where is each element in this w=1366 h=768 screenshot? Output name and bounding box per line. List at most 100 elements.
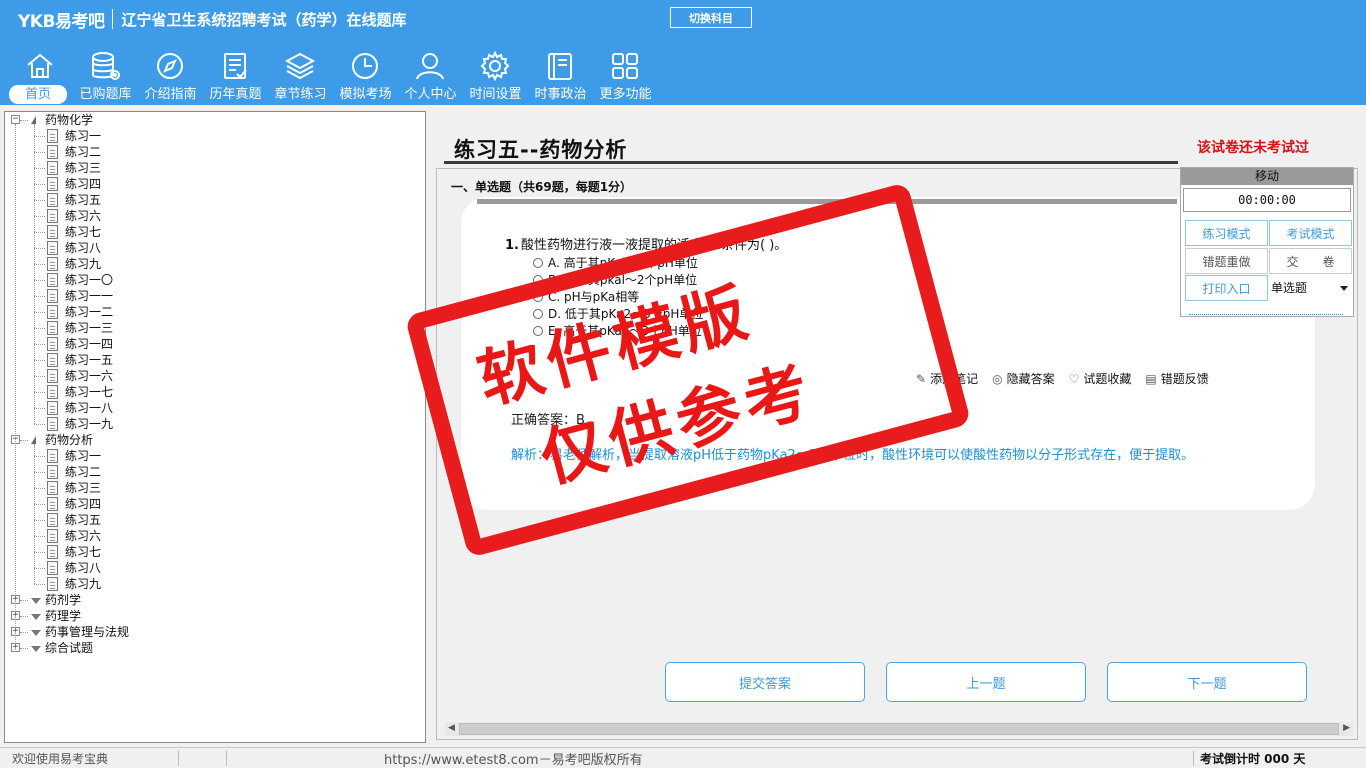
tree-group-4[interactable]: 药事管理与法规 bbox=[45, 624, 129, 640]
nav-guide[interactable]: 介绍指南 bbox=[138, 48, 203, 104]
tree-item[interactable]: 练习三 bbox=[65, 480, 101, 496]
option-c[interactable]: C. pH与pKa相等 bbox=[533, 288, 639, 305]
tree-group-5[interactable]: 综合试题 bbox=[45, 640, 93, 656]
add-note-button[interactable]: ✎ 添加笔记 bbox=[916, 370, 978, 387]
radio-button[interactable] bbox=[533, 275, 543, 285]
radio-button[interactable] bbox=[533, 258, 543, 268]
scrollbar-thumb[interactable] bbox=[459, 723, 1339, 735]
tree-item[interactable]: 练习五 bbox=[65, 512, 101, 528]
tree-group-2[interactable]: 药剂学 bbox=[45, 592, 81, 608]
nav-label: 首页 bbox=[9, 85, 67, 104]
redo-wrong-button[interactable]: 错题重做 bbox=[1185, 248, 1268, 274]
scroll-right-icon[interactable]: ▶ bbox=[1343, 723, 1350, 733]
tree-item[interactable]: 练习二 bbox=[65, 144, 101, 160]
nav-purchased[interactable]: 已购题库 bbox=[73, 48, 138, 104]
nav-more-functions[interactable]: 更多功能 bbox=[593, 48, 658, 104]
tree-item[interactable]: 练习一四 bbox=[65, 336, 113, 352]
nav-current-affairs[interactable]: 时事政治 bbox=[528, 48, 593, 104]
option-d[interactable]: D. 低于其pKa2～3个pH单位 bbox=[533, 305, 703, 322]
nav-mock-exam[interactable]: 模拟考场 bbox=[333, 48, 398, 104]
hide-answer-button[interactable]: ◎ 隐藏答案 bbox=[992, 370, 1055, 387]
tree-item[interactable]: 练习一〇 bbox=[65, 272, 113, 288]
tree-connector bbox=[15, 124, 16, 652]
nav-label: 模拟考场 bbox=[339, 87, 392, 102]
tree-item[interactable]: 练习九 bbox=[65, 576, 101, 592]
question-tools: ✎ 添加笔记 ◎ 隐藏答案 ♡ 试题收藏 ▤ 错题反馈 bbox=[916, 370, 1209, 387]
tree-item[interactable]: 练习四 bbox=[65, 176, 101, 192]
tree-item[interactable]: 练习一六 bbox=[65, 368, 113, 384]
tree-item[interactable]: 练习六 bbox=[65, 208, 101, 224]
option-label: D. 低于其pKa2～3个pH单位 bbox=[548, 307, 704, 321]
tree-item[interactable]: 练习七 bbox=[65, 544, 101, 560]
document-icon bbox=[47, 337, 58, 351]
document-icon bbox=[47, 481, 58, 495]
tree-item[interactable]: 练习一 bbox=[65, 448, 101, 464]
question-type-select[interactable]: 单选题 bbox=[1269, 275, 1352, 301]
next-question-button[interactable]: 下一题 bbox=[1107, 662, 1307, 702]
prev-question-button[interactable]: 上一题 bbox=[886, 662, 1086, 702]
submit-answer-button[interactable]: 提交答案 bbox=[665, 662, 865, 702]
tree-connector bbox=[34, 376, 45, 377]
radio-button[interactable] bbox=[533, 292, 543, 302]
tree-connector bbox=[34, 472, 45, 473]
app-title: 辽宁省卫生系统招聘考试（药学）在线题库 bbox=[121, 10, 407, 29]
tree-connector bbox=[20, 440, 28, 441]
news-icon bbox=[548, 53, 572, 80]
tree-group-1[interactable]: 药物分析 bbox=[45, 432, 93, 448]
submit-paper-button[interactable]: 交 卷 bbox=[1269, 248, 1352, 274]
radio-button[interactable] bbox=[533, 326, 543, 336]
tree-item[interactable]: 练习一二 bbox=[65, 304, 113, 320]
document-icon bbox=[47, 129, 58, 143]
home-icon bbox=[27, 53, 53, 78]
document-icon bbox=[47, 161, 58, 175]
tree-item[interactable]: 练习一一 bbox=[65, 288, 113, 304]
tree-item[interactable]: 练习三 bbox=[65, 160, 101, 176]
tree-item[interactable]: 练习七 bbox=[65, 224, 101, 240]
practice-mode-button[interactable]: 练习模式 bbox=[1185, 220, 1268, 246]
horizontal-scrollbar[interactable]: ◀ ▶ bbox=[445, 722, 1353, 736]
tree-connector bbox=[34, 136, 45, 137]
switch-subject-button[interactable]: 切换科目 bbox=[670, 7, 752, 28]
tree-item[interactable]: 练习一五 bbox=[65, 352, 113, 368]
tree-item[interactable]: 练习一七 bbox=[65, 384, 113, 400]
option-a[interactable]: A. 高于其pKal～2个pH单位 bbox=[533, 254, 698, 271]
scroll-left-icon[interactable]: ◀ bbox=[448, 723, 455, 733]
panel-move-handle[interactable]: 移动 bbox=[1181, 168, 1353, 185]
nav-time-settings[interactable]: 时间设置 bbox=[463, 48, 528, 104]
option-b[interactable]: B. 低于其pkal～2个pH单位 bbox=[533, 271, 697, 288]
tree-item[interactable]: 练习六 bbox=[65, 528, 101, 544]
tree-item[interactable]: 练习一 bbox=[65, 128, 101, 144]
copyright-url: https://www.etest8.com－易考吧版权所有 bbox=[384, 753, 643, 768]
nav-past-exams[interactable]: 历年真题 bbox=[203, 48, 268, 104]
tree-item[interactable]: 练习五 bbox=[65, 192, 101, 208]
tree-connector bbox=[34, 216, 45, 217]
tree-item[interactable]: 练习一八 bbox=[65, 400, 113, 416]
tree-item[interactable]: 练习四 bbox=[65, 496, 101, 512]
chapter-tree[interactable]: − 药物化学 练习一 练习二 练习三 练习四 练习五 练习六 练习七 练习八 练习九 练习一〇 练习一一… bbox=[4, 111, 426, 743]
folder-triangle-icon bbox=[31, 630, 41, 636]
collapse-toggle[interactable]: − bbox=[11, 115, 20, 124]
tree-item[interactable]: 练习九 bbox=[65, 256, 101, 272]
tree-item[interactable]: 练习八 bbox=[65, 240, 101, 256]
nav-personal-center[interactable]: 个人中心 bbox=[398, 48, 463, 104]
print-button[interactable]: 打印入口 bbox=[1185, 275, 1268, 301]
nav-home[interactable]: 首页 bbox=[8, 48, 73, 104]
document-icon bbox=[47, 289, 58, 303]
tree-group-3[interactable]: 药理学 bbox=[45, 608, 81, 624]
user-icon bbox=[416, 53, 444, 80]
favorite-button[interactable]: ♡ 试题收藏 bbox=[1069, 370, 1132, 387]
radio-button[interactable] bbox=[533, 309, 543, 319]
nav-chapter-practice[interactable]: 章节练习 bbox=[268, 48, 333, 104]
tree-item[interactable]: 练习一九 bbox=[65, 416, 113, 432]
exam-mode-button[interactable]: 考试模式 bbox=[1269, 220, 1352, 246]
tree-item[interactable]: 练习一三 bbox=[65, 320, 113, 336]
exam-countdown: 考试倒计时 000 天 bbox=[1200, 752, 1306, 766]
status-divider bbox=[178, 751, 179, 766]
status-welcome: 欢迎使用易考宝典 bbox=[12, 752, 109, 766]
feedback-button[interactable]: ▤ 错题反馈 bbox=[1145, 370, 1208, 387]
tree-item[interactable]: 练习二 bbox=[65, 464, 101, 480]
option-e[interactable]: E. 高于其pKa2～3个pH单位 bbox=[533, 322, 702, 339]
heart-icon: ♡ bbox=[1068, 371, 1080, 386]
tree-item[interactable]: 练习八 bbox=[65, 560, 101, 576]
tree-group-0[interactable]: 药物化学 bbox=[45, 112, 93, 128]
